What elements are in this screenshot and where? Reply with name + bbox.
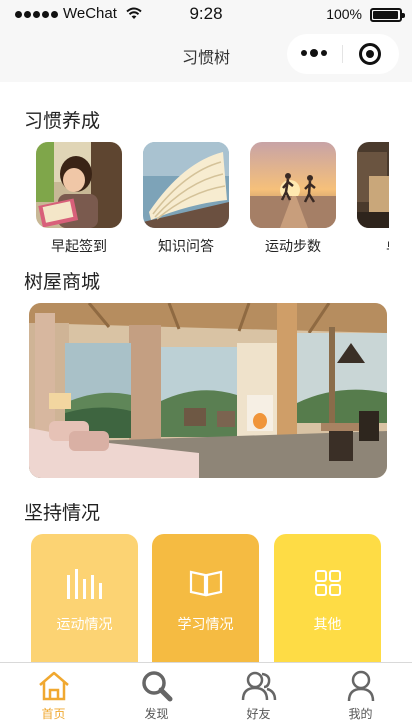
habit-item-step-count[interactable]: 运动步数 xyxy=(250,142,336,256)
book-icon xyxy=(152,569,259,597)
tab-home[interactable]: 首页 xyxy=(2,663,105,724)
card-label: 运动情况 xyxy=(56,617,113,633)
card-label: 其他 xyxy=(313,617,342,633)
tab-friends[interactable]: 好友 xyxy=(207,663,310,724)
habit-label: 知识问答 xyxy=(158,239,214,255)
habits-title: 习惯养成 xyxy=(24,110,101,132)
study-status-card[interactable]: 学习情况 xyxy=(152,534,259,674)
treehouse-room-image[interactable] xyxy=(29,303,387,478)
close-miniprogram-icon[interactable] xyxy=(359,43,381,65)
home-icon xyxy=(2,670,105,702)
habits-carousel[interactable]: 早起签到 知识问答 运动步数 xyxy=(24,142,389,257)
tab-bar: 首页 发现 好友 我的 xyxy=(0,662,412,724)
battery-percent: 100% xyxy=(326,6,362,22)
profile-icon xyxy=(309,670,412,702)
word-card-image xyxy=(357,142,389,228)
persistence-title: 坚持情况 xyxy=(24,502,101,524)
card-label: 学习情况 xyxy=(177,617,234,633)
more-options-icon[interactable] xyxy=(301,49,327,57)
book-pages-image xyxy=(143,142,229,228)
search-icon xyxy=(105,670,208,702)
habit-item-knowledge-quiz[interactable]: 知识问答 xyxy=(143,142,229,256)
habit-item-morning-checkin[interactable]: 早起签到 xyxy=(36,142,122,256)
bars-icon xyxy=(31,569,138,599)
tab-label: 发现 xyxy=(144,707,169,721)
habit-label: 早起签到 xyxy=(51,239,107,255)
miniprogram-capsule xyxy=(287,34,399,74)
battery-icon xyxy=(370,8,405,22)
tab-profile[interactable]: 我的 xyxy=(309,663,412,724)
tab-label: 好友 xyxy=(246,707,271,721)
tab-label: 我的 xyxy=(348,707,373,721)
habit-label: 运动步数 xyxy=(265,239,321,255)
friends-icon xyxy=(207,670,310,702)
reading-girl-image xyxy=(36,142,122,228)
sports-status-card[interactable]: 运动情况 xyxy=(31,534,138,674)
tab-label: 首页 xyxy=(41,707,66,721)
habit-item-vocabulary[interactable]: 单词 xyxy=(357,142,389,256)
grid-icon xyxy=(274,569,381,597)
status-bar: WeChat 9:28 100% xyxy=(0,0,412,28)
shop-title: 树屋商城 xyxy=(24,271,101,293)
capsule-divider xyxy=(342,45,343,63)
nav-bar: 习惯树 xyxy=(0,28,412,82)
habit-label: 单词 xyxy=(357,236,389,256)
other-status-card[interactable]: 其他 xyxy=(274,534,381,674)
tab-discover[interactable]: 发现 xyxy=(105,663,208,724)
running-sunset-image xyxy=(250,142,336,228)
